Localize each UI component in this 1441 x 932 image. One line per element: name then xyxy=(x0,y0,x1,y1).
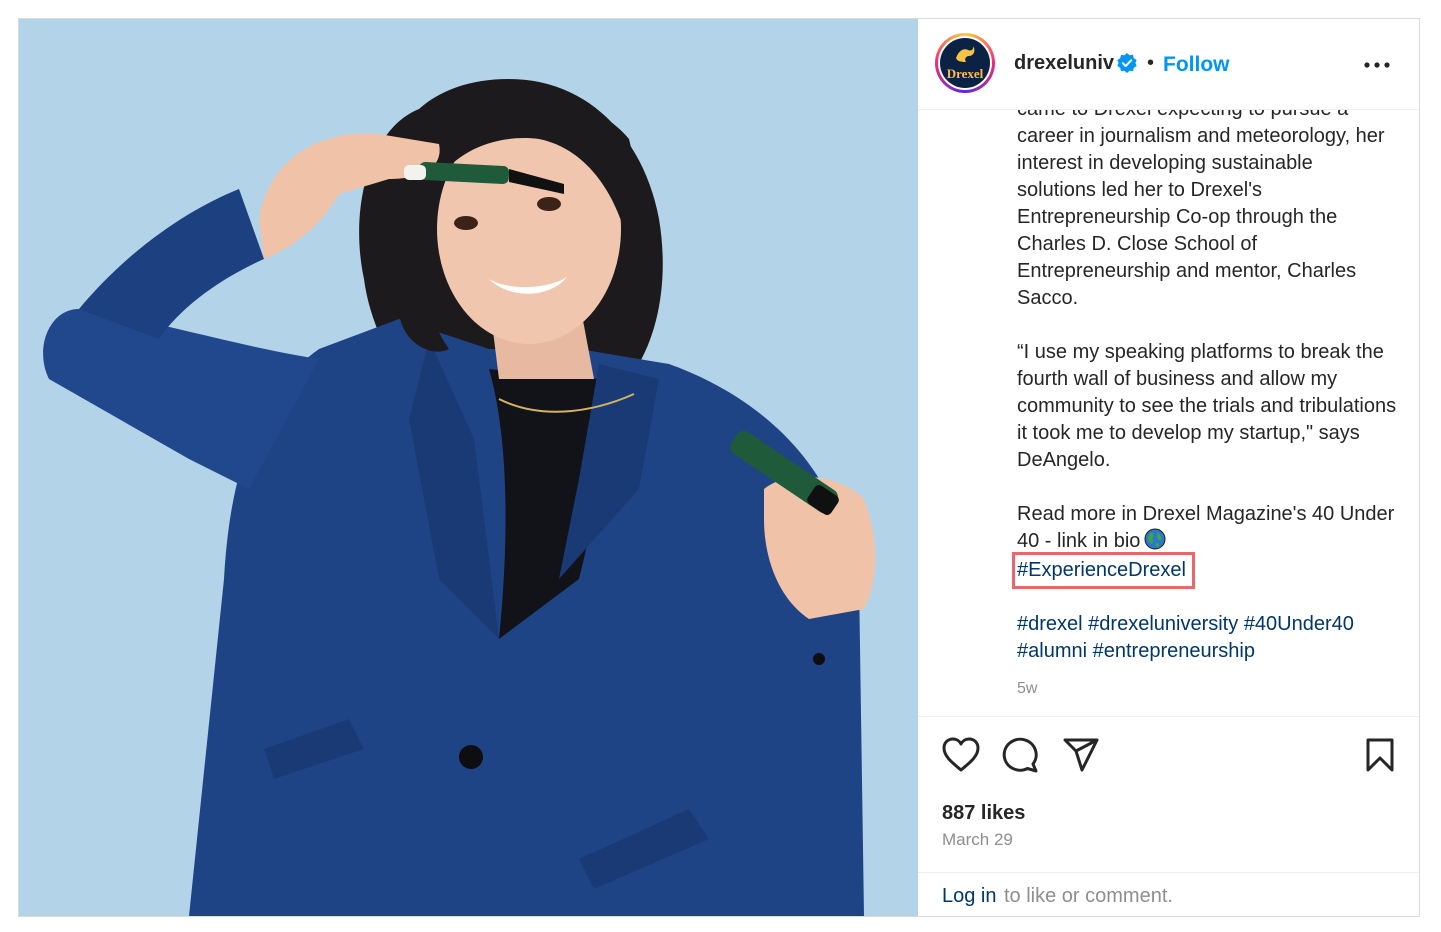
post-age: 5w xyxy=(1017,680,1038,697)
profile-avatar[interactable]: Drexel xyxy=(935,33,995,93)
hashtag-alumni[interactable]: #alumni xyxy=(1017,640,1087,662)
post-side-panel: Drexel drexeluniv • Follow came to Drexe… xyxy=(918,19,1419,916)
hashtag-list: #drexel #drexeluniversity #40Under40 #al… xyxy=(1017,611,1397,665)
dragon-logo-icon xyxy=(956,46,975,62)
hashtag-drexel[interactable]: #drexel xyxy=(1017,613,1083,635)
share-icon[interactable] xyxy=(1062,737,1100,773)
caption-paragraph-2: “I use my speaking platforms to break th… xyxy=(1017,341,1397,471)
avatar-logo-text: Drexel xyxy=(946,66,984,81)
hashtag-drexeluniversity[interactable]: #drexeluniversity xyxy=(1088,613,1238,635)
bookmark-icon[interactable] xyxy=(1364,737,1396,773)
caption-scroll-area[interactable]: came to Drexel expecting to pursue a car… xyxy=(918,110,1419,714)
drexel-logo: Drexel xyxy=(940,38,990,88)
heart-icon[interactable] xyxy=(942,737,980,773)
actions-section: 887 likes March 29 Log in to like or com… xyxy=(918,716,1419,916)
header-separator: • xyxy=(1147,52,1155,74)
caption-paragraph-1: came to Drexel expecting to pursue a car… xyxy=(1017,110,1385,309)
caption-text: came to Drexel expecting to pursue a car… xyxy=(1012,110,1397,702)
more-options-icon[interactable] xyxy=(1362,51,1392,79)
hashtag-experiencedrexel[interactable]: #ExperienceDrexel xyxy=(1012,552,1195,589)
likes-count[interactable]: 887 likes xyxy=(942,802,1025,825)
post-header: Drexel drexeluniv • Follow xyxy=(918,19,1419,110)
verified-badge-icon xyxy=(1117,53,1137,73)
highlight-tag-row: #ExperienceDrexel xyxy=(1012,552,1397,589)
comment-icon[interactable] xyxy=(1002,737,1040,773)
login-bar: Log in to like or comment. xyxy=(918,872,1419,917)
caption-paragraph-3: Read more in Drexel Magazine's 40 Under … xyxy=(1017,501,1397,555)
post-date: March 29 xyxy=(942,830,1013,849)
login-prompt-text: to like or comment. xyxy=(1004,885,1173,907)
username-link[interactable]: drexeluniv xyxy=(1014,52,1114,75)
hashtag-40under40[interactable]: #40Under40 xyxy=(1244,613,1354,635)
caption-read-more-text: Read more in Drexel Magazine's 40 Under … xyxy=(1017,503,1395,552)
instagram-post: Drexel drexeluniv • Follow came to Drexe… xyxy=(18,18,1420,917)
globe-emoji-icon xyxy=(1144,528,1166,550)
login-link[interactable]: Log in xyxy=(942,885,997,908)
hashtag-entrepreneurship[interactable]: #entrepreneurship xyxy=(1093,640,1255,662)
avatar-frame: Drexel xyxy=(938,36,992,90)
post-photo[interactable] xyxy=(19,19,918,916)
photo-illustration xyxy=(19,19,918,916)
follow-button[interactable]: Follow xyxy=(1163,53,1230,77)
